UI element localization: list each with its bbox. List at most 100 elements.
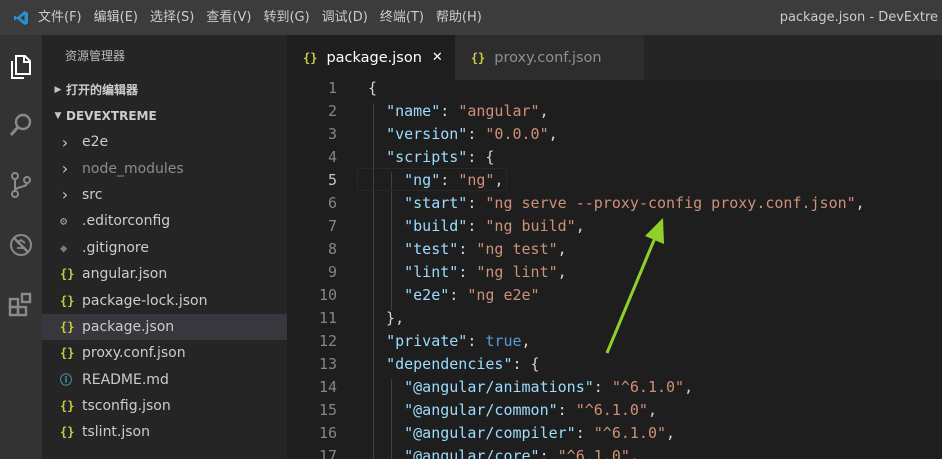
tree-item-label: proxy.conf.json [82,345,186,362]
annotation-arrow [605,218,664,354]
code-line: 17 "@angular/core": "^6.1.0", [287,445,942,459]
line-number: 9 [327,263,337,281]
menu-item[interactable]: 终端(T) [374,0,430,35]
menu-item[interactable]: 调试(D) [316,0,374,35]
line-number: 14 [318,378,337,396]
line-number: 12 [318,332,337,350]
line-number: 4 [327,148,337,166]
git-icon: ◆ [60,240,68,255]
json-icon: {} [60,346,75,361]
code-text: "e2e": "ng e2e" [404,286,540,304]
source-control-icon[interactable] [0,162,42,208]
menu-bar: 文件(F) 编辑(E) 选择(S) 查看(V) 转到(G) 调试(D) 终端(T) 帮助(H) [32,0,488,35]
tree-item-label: tslint.json [82,424,150,441]
project-section[interactable]: ▼ DEVEXTREME [42,103,287,129]
code-text: "lint": "ng lint", [404,263,567,281]
tree-item-label: .editorconfig [82,213,171,230]
line-number: 11 [318,309,337,327]
tab-package-json[interactable]: {} package.json ✕ [287,35,455,80]
tree-item-label: node_modules [82,160,184,177]
explorer-icon[interactable] [0,44,42,90]
chevron-right-icon: › [60,132,70,152]
json-icon: {} [470,50,486,65]
line-number: 16 [318,424,337,442]
tree-item[interactable]: › node_modules [42,155,287,181]
json-icon: {} [60,267,75,282]
line-number: 7 [327,217,337,235]
json-icon: {} [303,50,318,65]
tree-item[interactable]: ◆ .gitignore [42,235,287,261]
tree-item[interactable]: {} tsconfig.json [42,393,287,419]
menu-item[interactable]: 查看(V) [200,0,257,35]
line-number: 6 [327,194,337,212]
tree-item[interactable]: {} proxy.conf.json [42,340,287,366]
tree-item-label: angular.json [82,266,168,283]
menu-item[interactable]: 选择(S) [144,0,200,35]
sidebar-title: 资源管理器 [65,49,126,63]
tab-proxy-conf-json[interactable]: {} proxy.conf.json [454,35,644,80]
tree-item[interactable]: ⚙ .editorconfig [42,208,287,234]
tree-item[interactable]: › src [42,182,287,208]
code-text: "version": "0.0.0", [386,125,558,143]
code-text: "scripts": { [386,148,495,166]
code-line: 5 "ng": "ng", [287,169,942,192]
debug-icon[interactable] [0,221,42,267]
chevron-right-icon: › [60,185,70,205]
code-text: "name": "angular", [386,102,549,120]
tab-label: package.json [326,49,422,66]
code-text: }, [368,309,405,327]
code-text: { [368,80,378,97]
project-label: DEVEXTREME [66,109,157,123]
tree-item[interactable]: {} tslint.json [42,419,287,445]
tree-item-label: src [82,186,103,203]
code-line: 3 "version": "0.0.0", [287,123,942,146]
line-number: 3 [327,125,337,143]
chevron-down-icon: ▼ [54,111,62,121]
code-text: "@angular/core": "^6.1.0", [404,447,639,459]
line-number: 1 [327,80,337,97]
tree-item[interactable]: {} package-lock.json [42,287,287,313]
code-line: 4 "scripts": { [287,146,942,169]
line-number: 8 [327,240,337,258]
file-tree: › e2e › node_modules › src ⚙ .editorconfig ◆ .git… [42,129,287,446]
code-line: 16 "@angular/compiler": "^6.1.0", [287,422,942,445]
tree-item[interactable]: {} angular.json [42,261,287,287]
json-icon: {} [60,399,75,414]
close-icon[interactable]: ✕ [432,50,443,65]
line-number: 10 [318,286,337,304]
tree-item-label: package-lock.json [82,292,208,309]
code-editor[interactable]: 1{2 "name": "angular", 3 "version": "0.0.… [287,80,942,459]
code-line: 2 "name": "angular", [287,100,942,123]
tree-item[interactable]: {} package.json [42,313,287,341]
activity-bar [0,35,42,459]
extensions-icon[interactable] [0,281,42,327]
menu-item[interactable]: 转到(G) [257,0,315,35]
code-line: 15 "@angular/common": "^6.1.0", [287,399,942,422]
menu-item[interactable]: 编辑(E) [88,0,144,35]
menu-item[interactable]: 帮助(H) [430,0,488,35]
tree-item[interactable]: ⓘ README.md [42,367,287,393]
code-text: "private": true, [386,332,531,350]
tree-item-label: tsconfig.json [82,398,171,415]
code-text: "build": "ng build", [404,217,585,235]
line-number: 17 [318,447,337,459]
tree-item-label: e2e [82,134,109,151]
code-line: 14 "@angular/animations": "^6.1.0", [287,376,942,399]
tab-label: proxy.conf.json [494,49,602,66]
code-text: "@angular/compiler": "^6.1.0", [404,424,676,442]
menu-item[interactable]: 文件(F) [32,0,88,35]
tree-item-label: .gitignore [82,239,149,256]
json-icon: {} [60,319,75,334]
code-text: "ng": "ng", [404,171,504,189]
explorer-sidebar: 资源管理器 ▶ 打开的编辑器 ▼ DEVEXTREME › e2e › node_mo… [42,35,287,459]
code-text: "@angular/animations": "^6.1.0", [404,378,694,396]
search-icon[interactable] [0,102,42,148]
line-number: 5 [327,171,337,189]
code-text: "@angular/common": "^6.1.0", [404,401,657,419]
tree-item[interactable]: › e2e [42,129,287,155]
code-text: "test": "ng test", [404,240,567,258]
chevron-right-icon: ▶ [54,85,62,95]
json-icon: {} [60,293,75,308]
open-editors-section[interactable]: ▶ 打开的编辑器 [42,77,287,103]
tree-item-label: package.json [82,318,175,335]
